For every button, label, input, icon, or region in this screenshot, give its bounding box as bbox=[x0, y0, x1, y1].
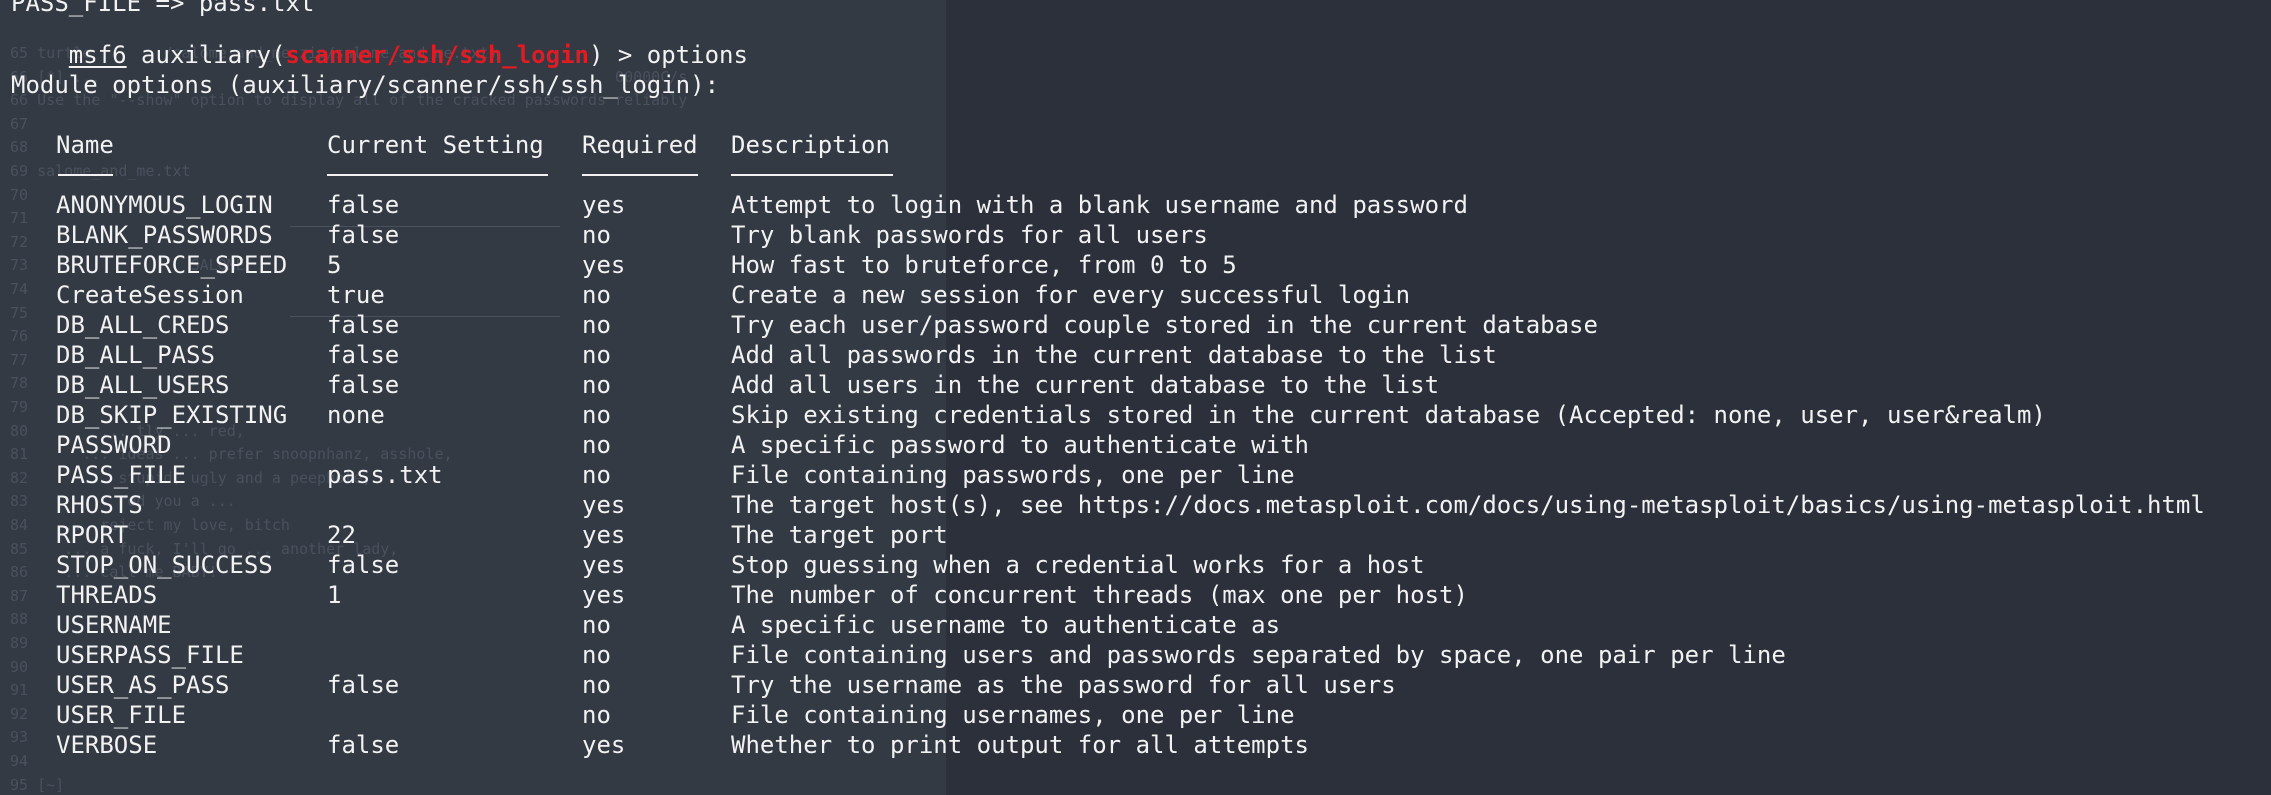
option-description: Attempt to login with a blank username a… bbox=[731, 191, 1468, 219]
option-required: yes bbox=[582, 731, 626, 759]
option-required: no bbox=[582, 461, 611, 489]
options-table: Name Current Setting Required Descriptio… bbox=[0, 131, 2271, 759]
option-name: USER_AS_PASS bbox=[56, 671, 230, 699]
option-current-setting: false bbox=[327, 731, 400, 759]
option-required: no bbox=[582, 281, 611, 309]
option-description: Try blank passwords for all users bbox=[731, 221, 1208, 249]
option-description: File containing usernames, one per line bbox=[731, 701, 1295, 729]
option-description: Try the username as the password for all… bbox=[731, 671, 1396, 699]
option-required: yes bbox=[582, 191, 626, 219]
option-current-setting: true bbox=[327, 281, 385, 309]
option-name: USERPASS_FILE bbox=[56, 641, 244, 669]
option-current-setting: 5 bbox=[327, 251, 342, 279]
option-required: no bbox=[582, 341, 611, 369]
option-description: The target host(s), see https://docs.met… bbox=[731, 491, 2205, 519]
option-current-setting: false bbox=[327, 221, 400, 249]
option-required: yes bbox=[582, 521, 626, 549]
option-current-setting: false bbox=[327, 671, 400, 699]
option-description: A specific username to authenticate as bbox=[731, 611, 1281, 639]
option-description: Try each user/password couple stored in … bbox=[731, 311, 1598, 339]
option-name: VERBOSE bbox=[56, 731, 158, 759]
option-name: DB_ALL_CREDS bbox=[56, 311, 230, 339]
header-current-setting: Current Setting bbox=[327, 131, 544, 159]
prompt-suffix: ) > bbox=[588, 41, 647, 69]
option-required: yes bbox=[582, 491, 626, 519]
option-current-setting: none bbox=[327, 401, 385, 429]
option-name: CreateSession bbox=[56, 281, 244, 309]
option-description: Add all users in the current database to… bbox=[731, 371, 1440, 399]
option-name: PASS_FILE bbox=[56, 461, 187, 489]
option-description: Stop guessing when a credential works fo… bbox=[731, 551, 1425, 579]
option-name: DB_ALL_USERS bbox=[56, 371, 230, 399]
option-name: DB_SKIP_EXISTING bbox=[56, 401, 288, 429]
prompt-command: options bbox=[646, 41, 748, 69]
option-current-setting: 22 bbox=[327, 521, 356, 549]
option-description: File containing passwords, one per line bbox=[731, 461, 1295, 489]
option-required: no bbox=[582, 371, 611, 399]
option-description: Add all passwords in the current databas… bbox=[731, 341, 1497, 369]
option-name: ANONYMOUS_LOGIN bbox=[56, 191, 273, 219]
option-name: STOP_ON_SUCCESS bbox=[56, 551, 273, 579]
option-description: Skip existing credentials stored in the … bbox=[731, 401, 2046, 429]
option-current-setting: false bbox=[327, 191, 400, 219]
option-required: no bbox=[582, 431, 611, 459]
option-name: RPORT bbox=[56, 521, 129, 549]
option-required: no bbox=[582, 311, 611, 339]
option-description: How fast to bruteforce, from 0 to 5 bbox=[731, 251, 1237, 279]
option-current-setting: pass.txt bbox=[327, 461, 443, 489]
prompt-module: scanner/ssh/ssh_login bbox=[285, 41, 589, 69]
header-name: Name bbox=[56, 131, 114, 159]
option-name: BLANK_PASSWORDS bbox=[56, 221, 273, 249]
option-current-setting: false bbox=[327, 341, 400, 369]
option-required: no bbox=[582, 641, 611, 669]
option-required: no bbox=[582, 401, 611, 429]
prompt-prefix: auxiliary( bbox=[126, 41, 286, 69]
option-description: Create a new session for every successfu… bbox=[731, 281, 1411, 309]
option-name: BRUTEFORCE_SPEED bbox=[56, 251, 288, 279]
option-name: THREADS bbox=[56, 581, 158, 609]
header-description: Description bbox=[731, 131, 890, 159]
option-name: DB_ALL_PASS bbox=[56, 341, 215, 369]
option-name: USERNAME bbox=[56, 611, 172, 639]
header-required: Required bbox=[582, 131, 698, 159]
module-options-title: Module options (auxiliary/scanner/ssh/ss… bbox=[11, 71, 720, 99]
option-name: USER_FILE bbox=[56, 701, 187, 729]
option-current-setting: false bbox=[327, 311, 400, 339]
option-description: The number of concurrent threads (max on… bbox=[731, 581, 1468, 609]
option-current-setting: false bbox=[327, 551, 400, 579]
option-required: no bbox=[582, 221, 611, 249]
terminal[interactable]: PASS_FILE => pass.txt msf6 auxiliary(sca… bbox=[0, 0, 2271, 795]
option-current-setting: 1 bbox=[327, 581, 342, 609]
option-description: A specific password to authenticate with bbox=[731, 431, 1309, 459]
option-required: yes bbox=[582, 581, 626, 609]
option-required: no bbox=[582, 671, 611, 699]
option-name: PASSWORD bbox=[56, 431, 172, 459]
header-rule-current-setting bbox=[327, 174, 548, 176]
header-rule-required bbox=[582, 174, 698, 176]
option-description: The target port bbox=[731, 521, 948, 549]
option-required: no bbox=[582, 611, 611, 639]
option-required: no bbox=[582, 701, 611, 729]
prompt-app: msf6 bbox=[68, 41, 127, 69]
header-rule-name bbox=[58, 174, 113, 176]
option-required: yes bbox=[582, 251, 626, 279]
option-current-setting: false bbox=[327, 371, 400, 399]
option-required: yes bbox=[582, 551, 626, 579]
header-rule-description bbox=[731, 174, 893, 176]
option-name: RHOSTS bbox=[56, 491, 143, 519]
option-description: Whether to print output for all attempts bbox=[731, 731, 1309, 759]
option-description: File containing users and passwords sepa… bbox=[731, 641, 1786, 669]
